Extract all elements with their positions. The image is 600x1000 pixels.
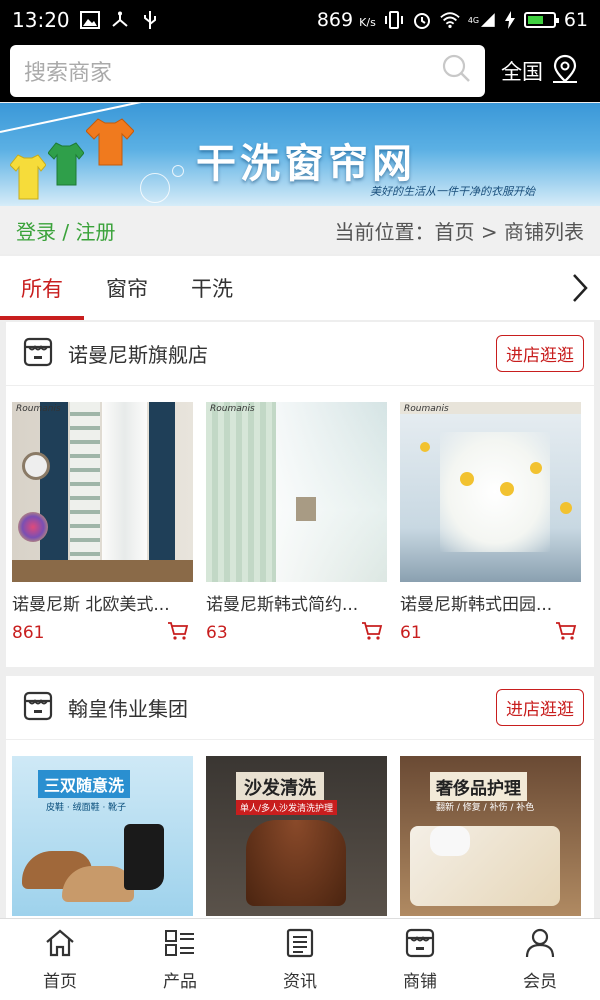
search-placeholder: 搜索商家 (24, 61, 113, 86)
bottom-nav: 首页 产品 资讯 商铺 会员 (0, 918, 600, 1000)
region-selector[interactable]: 全国 (501, 54, 579, 89)
banner-slogan: 美好的生活从一件干净的衣服开始 (370, 185, 535, 198)
product-name: 诺曼尼斯韩式简约... (206, 595, 359, 615)
product-image: 奢侈品护理 翻新 / 修复 / 补伤 / 补色 (400, 756, 581, 916)
promo-title: 三双随意洗 (38, 770, 131, 798)
product-price: 861 (12, 623, 45, 643)
user-icon (523, 928, 557, 963)
product-price: 63 (206, 623, 228, 643)
product-brand: Roumanis (404, 404, 449, 414)
product-brand: Roumanis (210, 404, 255, 414)
nav-label: 产品 (163, 971, 197, 992)
wifi-icon (440, 11, 460, 29)
banner-title: 干洗窗帘网 (196, 141, 416, 187)
nav-label: 商铺 (403, 971, 437, 992)
tshirt-yellow-icon (10, 154, 46, 200)
tab-curtain[interactable]: 窗帘 (84, 256, 170, 320)
bubble-decoration (172, 165, 184, 177)
home-icon (43, 928, 77, 963)
net-speed: 869 K/s (316, 9, 376, 31)
login-register-link[interactable]: 登录 / 注册 (16, 216, 115, 245)
product-image: Roumanis (206, 402, 387, 582)
nav-label: 资讯 (283, 971, 317, 992)
product-image: 三双随意洗 皮鞋 · 绒面鞋 · 靴子 (12, 756, 193, 916)
product-price: 61 (400, 623, 422, 643)
product-card[interactable]: 三双随意洗 皮鞋 · 绒面鞋 · 靴子 (12, 756, 193, 916)
status-bar: 13:20 869 K/s 4G 61 (0, 0, 600, 40)
store-icon (22, 336, 54, 372)
banner[interactable]: 干洗窗帘网 美好的生活从一件干净的衣服开始 (0, 103, 600, 206)
promo-title: 奢侈品护理 (430, 772, 527, 801)
cart-icon[interactable] (167, 621, 189, 645)
nav-shops[interactable]: 商铺 (360, 919, 480, 1000)
usb-icon (140, 11, 160, 29)
category-tabs: 所有 窗帘 干洗 (0, 256, 600, 320)
product-image: 沙发清洗 单人/多人沙发清洗护理 (206, 756, 387, 916)
promo-subtitle: 单人/多人沙发清洗护理 (236, 800, 338, 815)
product-card[interactable]: 奢侈品护理 翻新 / 修复 / 补伤 / 补色 (400, 756, 581, 916)
tab-dry-clean[interactable]: 干洗 (170, 256, 254, 320)
region-label: 全国 (501, 60, 543, 84)
product-card[interactable]: Roumanis 诺曼尼斯韩式简约... 63 (206, 402, 387, 645)
shop-card: 翰皇伟业集团 进店逛逛 三双随意洗 皮鞋 · 绒面鞋 · 靴子 沙发清洗 单人/… (6, 676, 594, 918)
nav-products[interactable]: 产品 (120, 919, 240, 1000)
battery-percent: 61 (563, 9, 588, 31)
bubble-decoration (140, 173, 170, 203)
shop-name: 翰皇伟业集团 (68, 697, 188, 721)
charging-icon (504, 11, 516, 29)
list-icon (163, 928, 197, 963)
nav-label: 首页 (43, 971, 77, 992)
breadcrumb-bar: 登录 / 注册 当前位置：首页 > 商铺列表 (0, 206, 600, 254)
product-card[interactable]: Roumanis 诺曼尼斯 北欧美式... 861 (12, 402, 193, 645)
tshirt-orange-icon (86, 118, 134, 166)
battery-icon (523, 12, 559, 28)
tab-all[interactable]: 所有 (0, 256, 84, 320)
product-image: Roumanis (400, 402, 581, 582)
search-input[interactable]: 搜索商家 (10, 45, 485, 97)
tshirt-green-icon (48, 142, 84, 186)
share-icon (110, 11, 130, 29)
promo-title: 沙发清洗 (236, 772, 324, 802)
product-name: 诺曼尼斯 北欧美式... (12, 595, 170, 615)
news-icon (283, 928, 317, 963)
shop-header[interactable]: 诺曼尼斯旗舰店 进店逛逛 (6, 322, 594, 386)
product-card[interactable]: Roumanis 诺曼尼斯韩式田园... 61 (400, 402, 581, 645)
cart-icon[interactable] (361, 621, 383, 645)
store-icon (22, 690, 54, 726)
alarm-icon (412, 11, 432, 29)
shop-icon (403, 928, 437, 963)
search-bar: 搜索商家 全国 (0, 40, 600, 102)
nav-news[interactable]: 资讯 (240, 919, 360, 1000)
search-icon[interactable] (441, 53, 471, 89)
product-card[interactable]: 沙发清洗 单人/多人沙发清洗护理 (206, 756, 387, 916)
shop-header[interactable]: 翰皇伟业集团 进店逛逛 (6, 676, 594, 740)
image-icon (79, 11, 100, 29)
nav-label: 会员 (523, 971, 557, 992)
status-time: 13:20 (12, 8, 70, 32)
signal-icon: 4G (468, 11, 496, 29)
product-name: 诺曼尼斯韩式田园... (400, 595, 553, 615)
location-pin-icon (551, 54, 579, 89)
enter-shop-button[interactable]: 进店逛逛 (496, 689, 584, 726)
enter-shop-button[interactable]: 进店逛逛 (496, 335, 584, 372)
shop-card: 诺曼尼斯旗舰店 进店逛逛 Roumanis 诺曼尼斯 北欧美式... 861 R… (6, 322, 594, 667)
promo-subtitle: 皮鞋 · 绒面鞋 · 靴子 (46, 803, 127, 813)
product-image: Roumanis (12, 402, 193, 582)
product-brand: Roumanis (16, 404, 61, 414)
vibrate-icon (384, 11, 404, 29)
promo-subtitle: 翻新 / 修复 / 补伤 / 补色 (436, 803, 535, 813)
breadcrumb: 当前位置：首页 > 商铺列表 (334, 219, 584, 244)
cart-icon[interactable] (555, 621, 577, 645)
nav-home[interactable]: 首页 (0, 919, 120, 1000)
chevron-right-icon[interactable] (560, 256, 600, 320)
nav-member[interactable]: 会员 (480, 919, 600, 1000)
shop-name: 诺曼尼斯旗舰店 (68, 343, 208, 367)
